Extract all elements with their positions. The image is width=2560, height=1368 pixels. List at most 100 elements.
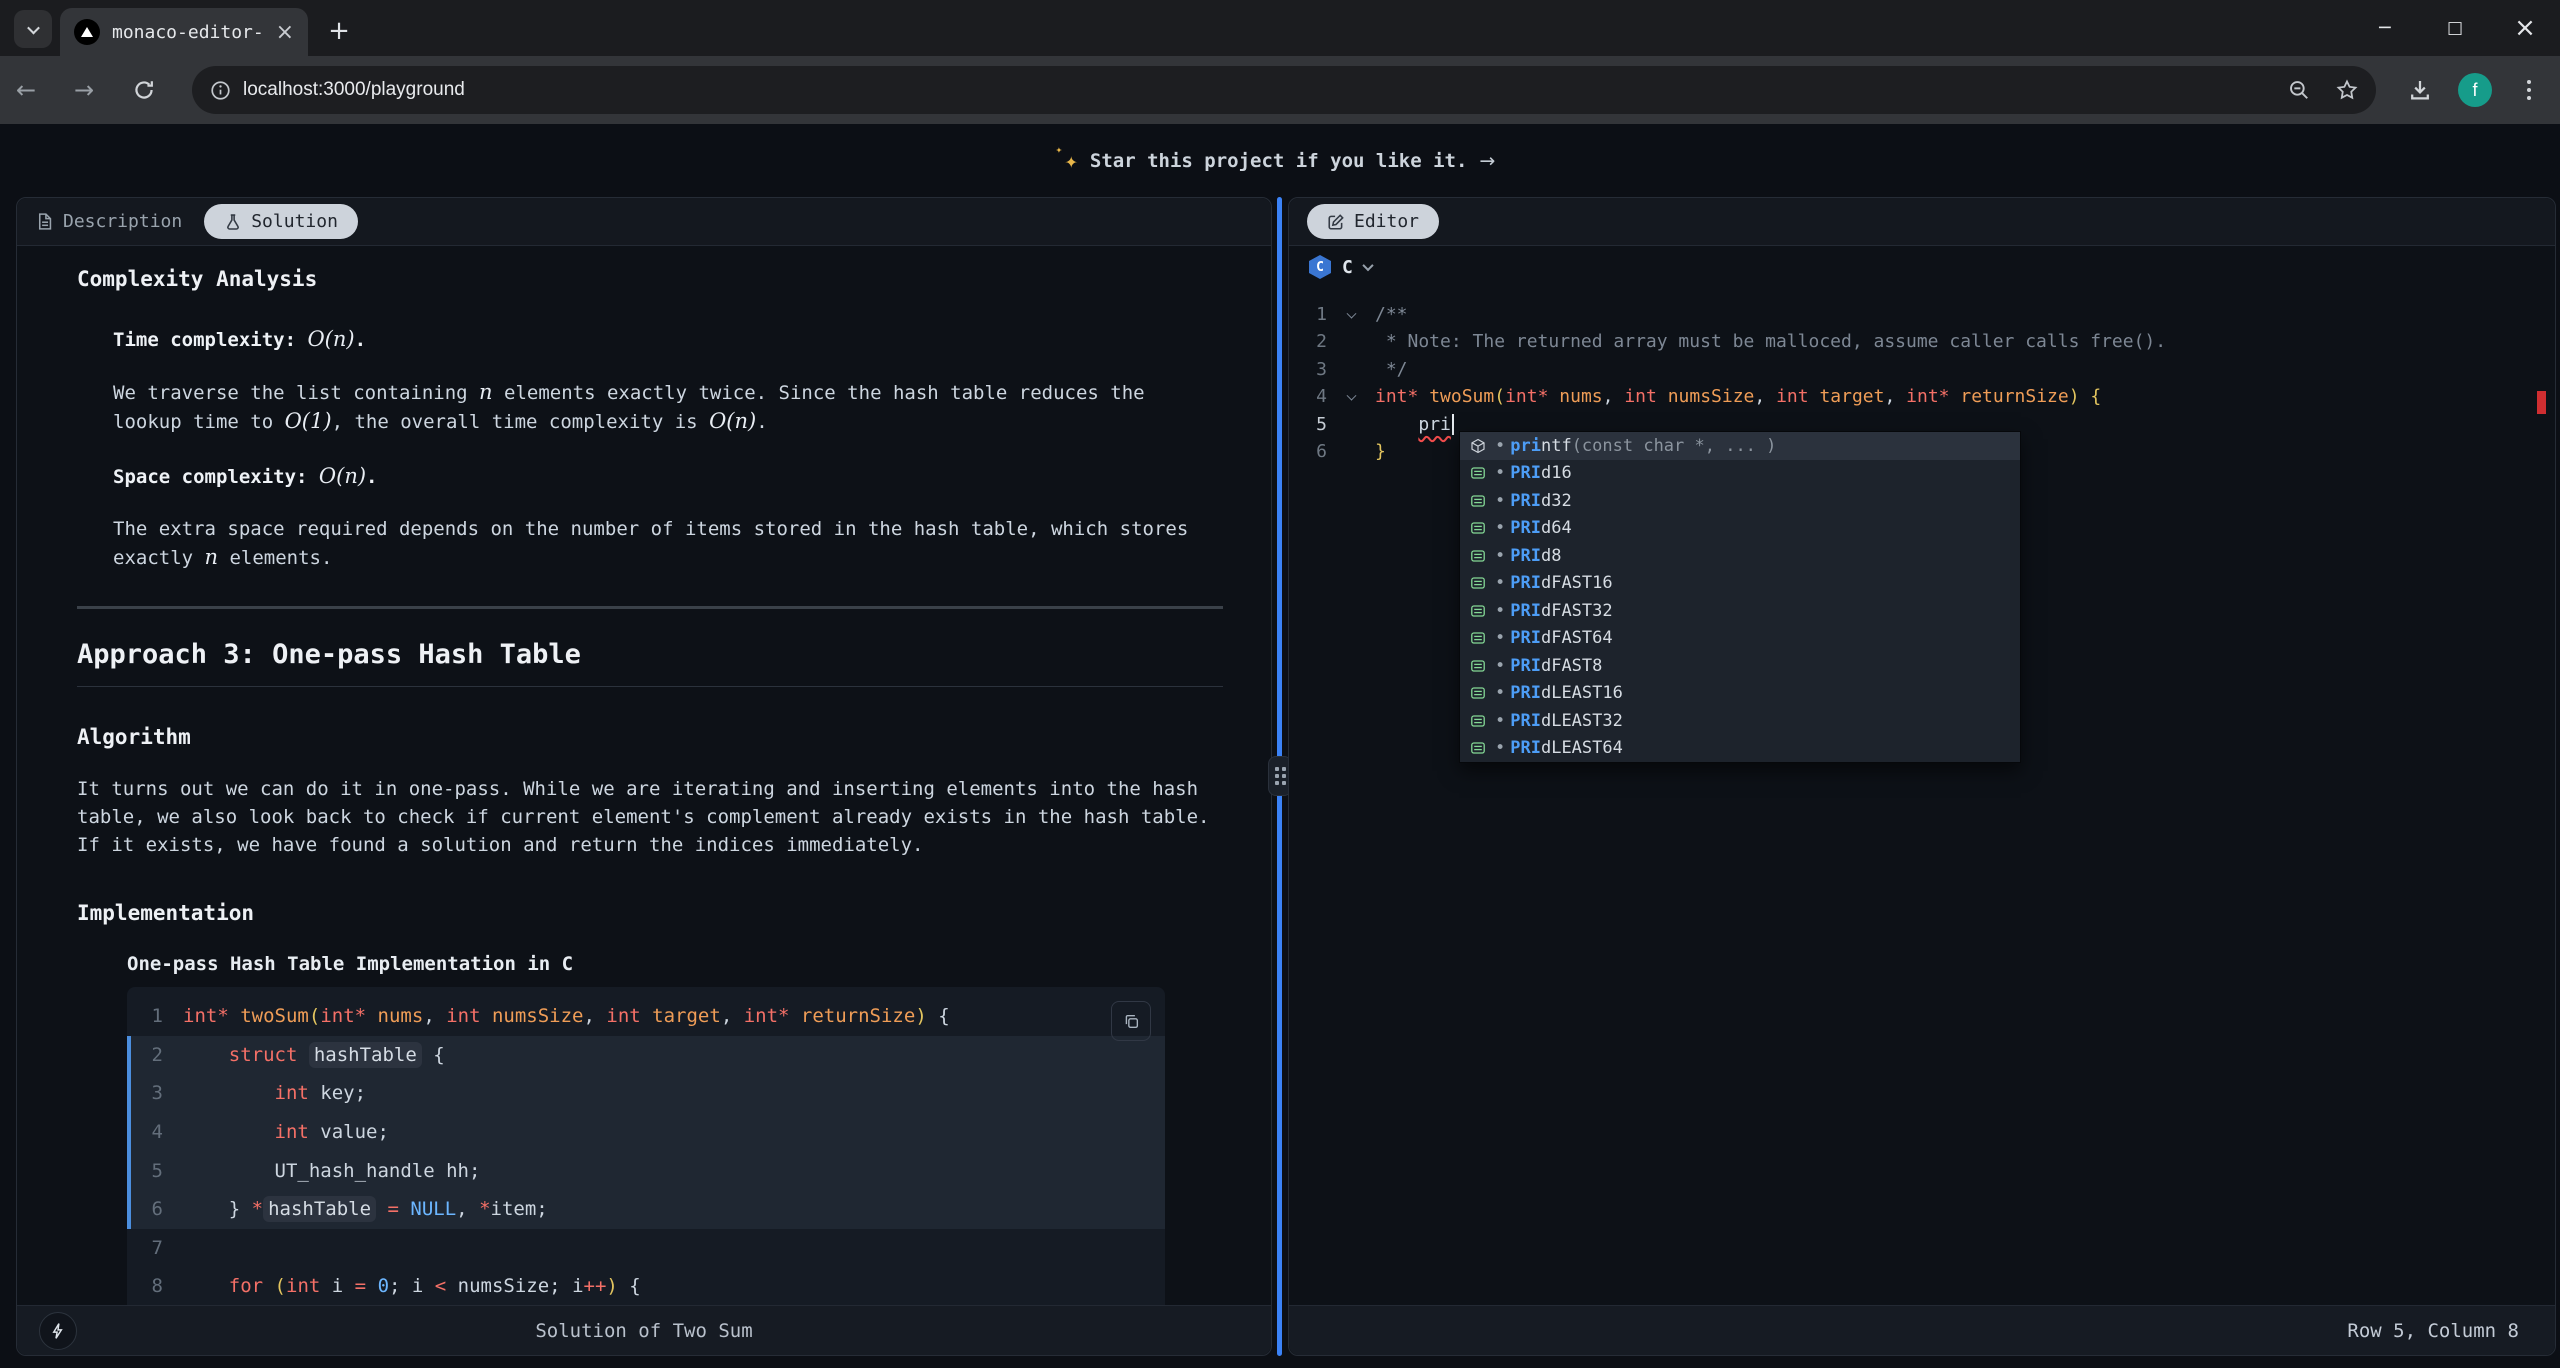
field-icon — [1470, 658, 1486, 674]
code-line: 2 struct hashTable { — [127, 1036, 1165, 1075]
editor-line[interactable]: 1/** — [1289, 301, 2555, 328]
code-line: 4 int value; — [127, 1113, 1165, 1152]
field-icon — [1470, 603, 1486, 619]
fold-chevron-icon[interactable] — [1346, 391, 1356, 401]
tab-editor[interactable]: Editor — [1307, 204, 1439, 239]
bookmark-star-icon[interactable] — [2336, 79, 2358, 101]
forward-button[interactable]: → — [58, 56, 110, 124]
field-icon — [1470, 548, 1486, 564]
field-icon — [1470, 520, 1486, 536]
suggestion-item[interactable]: •PRIdLEAST64 — [1460, 735, 2020, 763]
left-panel-header: Description Solution — [17, 198, 1271, 246]
vercel-favicon-icon — [74, 19, 100, 45]
address-bar[interactable]: localhost:3000/playground — [192, 66, 2376, 114]
suggestion-item[interactable]: •PRIdLEAST16 — [1460, 680, 2020, 708]
url-text[interactable]: localhost:3000/playground — [243, 79, 2288, 101]
heading-implementation: Implementation — [77, 901, 1223, 925]
code-line: 1int* twoSum(int* nums, int numsSize, in… — [127, 997, 1165, 1036]
code-line: 7 — [127, 1229, 1165, 1268]
suggestion-item[interactable]: •PRIdFAST8 — [1460, 652, 2020, 680]
tab-title: monaco-editor-lsp-next — [112, 22, 264, 43]
code-block-caption: One-pass Hash Table Implementation in C — [127, 953, 1223, 975]
field-icon — [1470, 685, 1486, 701]
solution-code-block: 1int* twoSum(int* nums, int numsSize, in… — [127, 987, 1165, 1305]
code-line: 8 for (int i = 0; i < numsSize; i++) { — [127, 1267, 1165, 1305]
solution-document: Complexity Analysis Time complexity: O(n… — [17, 247, 1271, 1305]
code-line: 3 int key; — [127, 1074, 1165, 1113]
downloads-button[interactable] — [2394, 56, 2446, 124]
field-icon — [1470, 740, 1486, 756]
fold-chevron-icon[interactable] — [1346, 309, 1356, 319]
download-icon — [2408, 78, 2432, 102]
language-bar: C C — [1289, 246, 2555, 288]
heading-complexity-analysis: Complexity Analysis — [77, 267, 1223, 291]
field-icon — [1470, 493, 1486, 509]
reload-icon — [133, 79, 155, 101]
lightning-icon — [49, 1322, 67, 1340]
chevron-down-icon[interactable] — [1362, 260, 1373, 271]
tab-description[interactable]: Description — [35, 211, 182, 232]
heading-approach-3: Approach 3: One-pass Hash Table — [77, 639, 1223, 687]
editor-line[interactable]: 2 * Note: The returned array must be mal… — [1289, 328, 2555, 355]
suggestion-item[interactable]: •PRIdFAST16 — [1460, 570, 2020, 598]
suggestion-item[interactable]: •printf(const char *, ... ) — [1460, 432, 2020, 460]
section-divider — [77, 606, 1223, 609]
flask-icon — [224, 213, 242, 231]
arrow-right-icon: → — [1479, 150, 1495, 172]
snippet-cube-icon — [1470, 438, 1486, 454]
tab-solution[interactable]: Solution — [204, 204, 358, 239]
language-label: C — [1342, 257, 1353, 278]
copy-icon — [1123, 1013, 1140, 1030]
space-complexity-paragraph: The extra space required depends on the … — [113, 515, 1223, 572]
solution-code-block-lines: 1int* twoSum(int* nums, int numsSize, in… — [127, 997, 1165, 1305]
tab-search-button[interactable] — [14, 10, 52, 48]
back-button[interactable]: ← — [0, 56, 52, 124]
copy-code-button[interactable] — [1111, 1001, 1151, 1041]
maximize-button[interactable]: □ — [2420, 0, 2490, 56]
field-icon — [1470, 465, 1486, 481]
avatar[interactable]: f — [2458, 73, 2492, 107]
text-cursor — [1452, 414, 1454, 435]
editor-panel: Editor C C 1/**2 * Note: The returned ar… — [1288, 197, 2556, 1356]
browser-tabstrip: monaco-editor-lsp-next × + ─ □ × — [0, 0, 2560, 56]
editor-line[interactable]: 3 */ — [1289, 356, 2555, 383]
browser-menu-button[interactable] — [2518, 68, 2540, 112]
c-language-icon: C — [1309, 255, 1331, 279]
minimize-button[interactable]: ─ — [2350, 0, 2420, 56]
right-panel-header: Editor — [1289, 198, 2555, 246]
suggestion-item[interactable]: •PRId32 — [1460, 487, 2020, 515]
field-icon — [1470, 575, 1486, 591]
suggestion-item[interactable]: •PRId64 — [1460, 515, 2020, 543]
browser-tab[interactable]: monaco-editor-lsp-next × — [60, 8, 308, 56]
close-button[interactable]: × — [2490, 0, 2560, 56]
error-overview-marker — [2537, 391, 2546, 414]
time-complexity-line: Time complexity: O(n). — [113, 325, 1223, 354]
space-complexity-line: Space complexity: O(n). — [113, 462, 1223, 491]
banner-text: Star this project if you like it. — [1090, 150, 1468, 172]
code-line: 6 } *hashTable = NULL, *item; — [127, 1190, 1165, 1229]
sparkles-icon: ✦✦ — [1065, 149, 1078, 174]
suggestion-item[interactable]: •PRId8 — [1460, 542, 2020, 570]
chevron-down-icon — [27, 21, 40, 34]
field-icon — [1470, 713, 1486, 729]
code-line: 5 UT_hash_handle hh; — [127, 1151, 1165, 1190]
editor-line[interactable]: 4int* twoSum(int* nums, int numsSize, in… — [1289, 383, 2555, 410]
new-tab-button[interactable]: + — [322, 14, 356, 48]
reload-button[interactable] — [118, 56, 170, 124]
document-icon — [35, 212, 54, 231]
zoom-out-icon[interactable] — [2288, 79, 2310, 101]
quick-action-button[interactable] — [39, 1312, 77, 1350]
suggestion-item[interactable]: •PRId16 — [1460, 460, 2020, 488]
time-complexity-paragraph: We traverse the list containing n elemen… — [113, 378, 1223, 436]
site-info-icon[interactable] — [210, 80, 231, 101]
window-controls: ─ □ × — [2350, 0, 2560, 56]
browser-toolbar: ← → localhost:3000/playground f — [0, 56, 2560, 124]
suggestion-item[interactable]: •PRIdFAST64 — [1460, 625, 2020, 653]
suggestion-item[interactable]: •PRIdLEAST32 — [1460, 707, 2020, 735]
cursor-position: Row 5, Column 8 — [1289, 1320, 2555, 1342]
suggestion-item[interactable]: •PRIdFAST32 — [1460, 597, 2020, 625]
algorithm-paragraph: It turns out we can do it in one-pass. W… — [77, 775, 1223, 859]
star-banner[interactable]: ✦✦ Star this project if you like it. → — [0, 124, 2560, 198]
tab-close-icon[interactable]: × — [276, 20, 294, 45]
field-icon — [1470, 630, 1486, 646]
